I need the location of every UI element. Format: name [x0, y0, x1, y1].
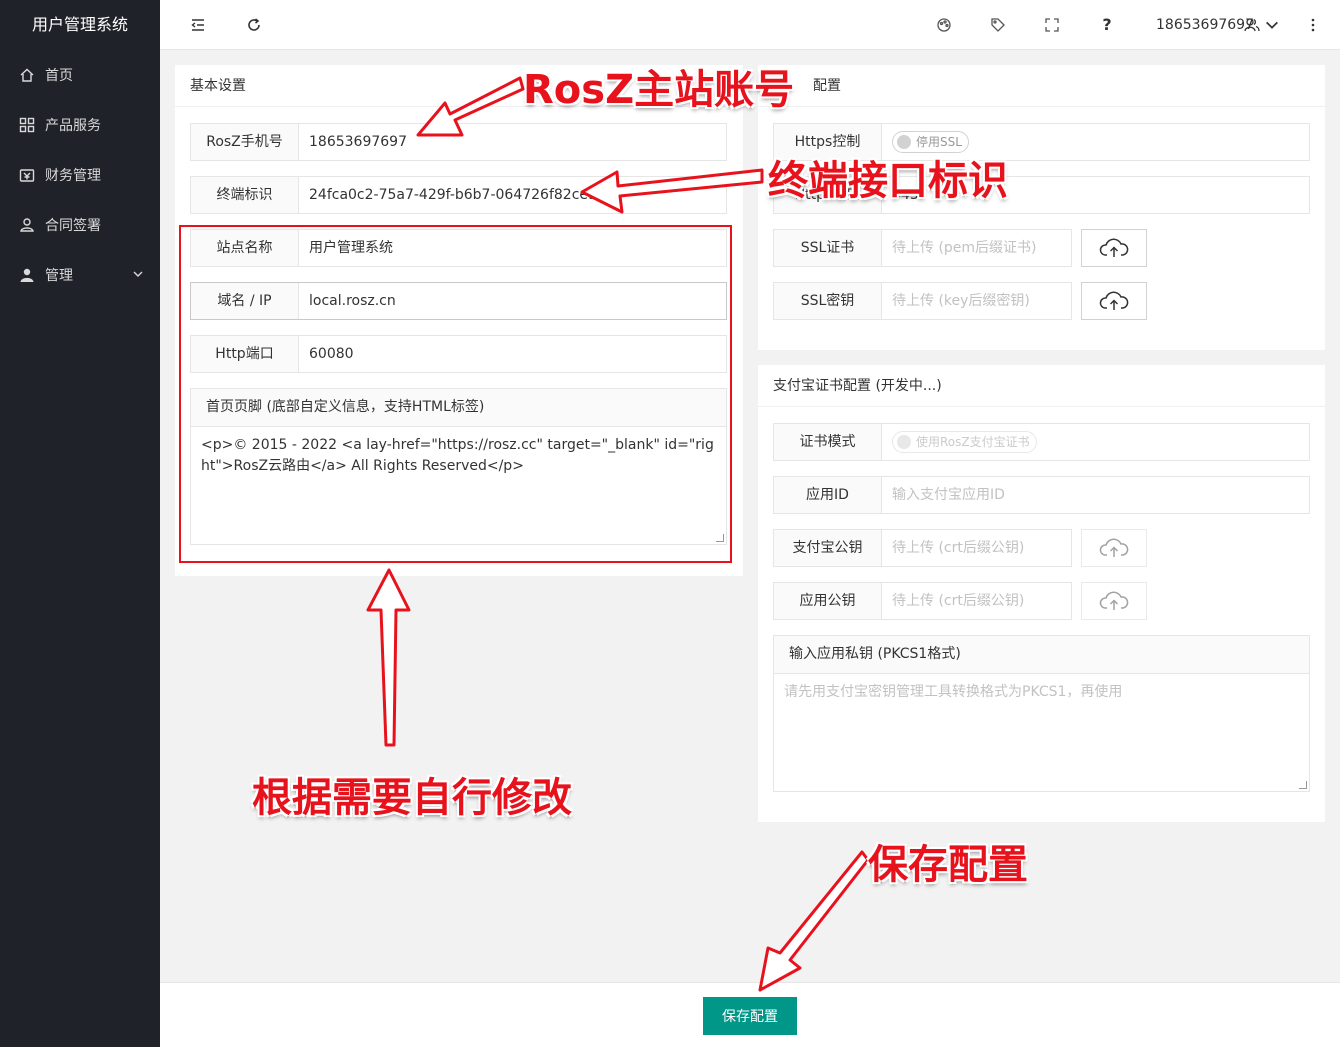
annotation-save: 保存配置 [868, 842, 1028, 888]
card-title: 配置 [758, 65, 1325, 107]
annotation-terminal: 终端接口标识 [768, 158, 1008, 204]
app-title: 用户管理系统 [31, 15, 128, 34]
field-label: 证书模式 [774, 424, 882, 460]
sidebar-item-label: 首页 [45, 68, 73, 84]
user-name[interactable]: 18653697697 [1156, 17, 1254, 33]
contract-icon [20, 218, 34, 232]
sidebar-item-label: 产品服务 [45, 118, 101, 134]
field-label: 应用ID [774, 477, 882, 513]
annotation-account: RosZ主站账号 [523, 67, 795, 113]
cert-mode-field[interactable]: 证书模式 使用RosZ支付宝证书 [773, 423, 1310, 461]
finance-icon [19, 169, 35, 182]
field-label: 支付宝公钥 [774, 530, 882, 566]
help-icon[interactable]: ? [1097, 14, 1117, 34]
more-icon[interactable] [1303, 15, 1323, 35]
ssl-cert-field[interactable]: SSL证书 待上传 (pem后缀证书) [773, 229, 1072, 267]
alipay-pubkey-input[interactable]: 待上传 (crt后缀公钥) [882, 530, 1071, 566]
topbar: ? 18653697697 [160, 0, 1340, 50]
alipay-settings-card: 支付宝证书配置 (开发中...) 证书模式 使用RosZ支付宝证书 应用ID 输… [758, 365, 1325, 822]
field-label: 输入应用私钥 (PKCS1格式) [774, 636, 1309, 674]
ssl-cert-upload-button[interactable] [1081, 229, 1147, 267]
sidebar-item-label: 财务管理 [45, 168, 101, 184]
phone-field[interactable]: RosZ手机号 18653697697 [190, 123, 727, 161]
phone-input[interactable]: 18653697697 [299, 124, 726, 160]
highlight-box [179, 225, 732, 563]
arrow-to-box [366, 568, 411, 747]
ssl-key-upload-button[interactable] [1081, 282, 1147, 320]
cloud-upload-icon [1099, 538, 1129, 557]
ssl-cert-input[interactable]: 待上传 (pem后缀证书) [882, 230, 1071, 266]
sidebar-item-contract[interactable]: 合同签署 [0, 200, 160, 250]
field-label: 终端标识 [191, 177, 299, 213]
ssl-key-field[interactable]: SSL密钥 待上传 (key后缀密钥) [773, 282, 1072, 320]
tag-icon[interactable] [988, 15, 1008, 35]
refresh-icon[interactable] [244, 15, 264, 35]
theme-icon[interactable] [934, 15, 954, 35]
sidebar: 用户管理系统 首页 产品服务 财务管理 合同签署 管理 [0, 0, 160, 1047]
menu-fold-icon[interactable] [188, 15, 208, 35]
app-pubkey-field[interactable]: 应用公钥 待上传 (crt后缀公钥) [773, 582, 1072, 620]
sidebar-item-label: 合同签署 [45, 218, 101, 234]
sidebar-item-manage[interactable]: 管理 [0, 250, 160, 300]
sidebar-item-home[interactable]: 首页 [0, 50, 160, 100]
card-title: 支付宝证书配置 (开发中...) [758, 365, 1325, 407]
user-icon [20, 268, 34, 282]
footer-bar: 保存配置 [160, 982, 1340, 1047]
fullscreen-icon[interactable] [1042, 15, 1062, 35]
private-key-field[interactable]: 输入应用私钥 (PKCS1格式) 请先用支付宝密钥管理工具转换格式为PKCS1，… [773, 635, 1310, 792]
home-icon [20, 68, 34, 82]
field-label: SSL密钥 [774, 283, 882, 319]
sidebar-item-label: 管理 [45, 268, 73, 284]
terminal-field[interactable]: 终端标识 24fca0c2-75a7-429f-b6b7-064726f82ce… [190, 176, 727, 214]
appid-field[interactable]: 应用ID 输入支付宝应用ID [773, 476, 1310, 514]
appid-input[interactable]: 输入支付宝应用ID [882, 477, 1309, 513]
sidebar-item-products[interactable]: 产品服务 [0, 100, 160, 150]
save-button[interactable]: 保存配置 [703, 997, 797, 1035]
cert-mode-switch[interactable]: 使用RosZ支付宝证书 [892, 431, 1037, 453]
chevron-down-icon [133, 271, 143, 277]
ssl-key-input[interactable]: 待上传 (key后缀密钥) [882, 283, 1071, 319]
app-pubkey-upload-button[interactable] [1081, 582, 1147, 620]
resize-handle[interactable] [1299, 781, 1307, 789]
sidebar-item-finance[interactable]: 财务管理 [0, 150, 160, 200]
field-label: SSL证书 [774, 230, 882, 266]
field-label: RosZ手机号 [191, 124, 299, 160]
chevron-down-icon[interactable] [1262, 15, 1282, 35]
annotation-modify: 根据需要自行修改 [252, 775, 572, 821]
cloud-upload-icon [1099, 591, 1129, 610]
apps-icon [19, 117, 35, 133]
arrow-to-save [758, 850, 870, 992]
switch-knob [897, 135, 911, 149]
cloud-upload-icon [1099, 291, 1129, 310]
app-pubkey-input[interactable]: 待上传 (crt后缀公钥) [882, 583, 1071, 619]
cloud-upload-icon [1099, 238, 1129, 257]
alipay-pubkey-field[interactable]: 支付宝公钥 待上传 (crt后缀公钥) [773, 529, 1072, 567]
alipay-pubkey-upload-button[interactable] [1081, 529, 1147, 567]
https-settings-card: 配置 Https控制 停用SSL Https端口 443 SSL证书 待上传 (… [758, 65, 1325, 350]
switch-knob [897, 435, 911, 449]
user-group-icon[interactable] [1242, 15, 1262, 35]
private-key-textarea[interactable]: 请先用支付宝密钥管理工具转换格式为PKCS1，再使用 [774, 674, 1309, 711]
field-label: 应用公钥 [774, 583, 882, 619]
terminal-input[interactable]: 24fca0c2-75a7-429f-b6b7-064726f82ce9 [299, 177, 726, 213]
